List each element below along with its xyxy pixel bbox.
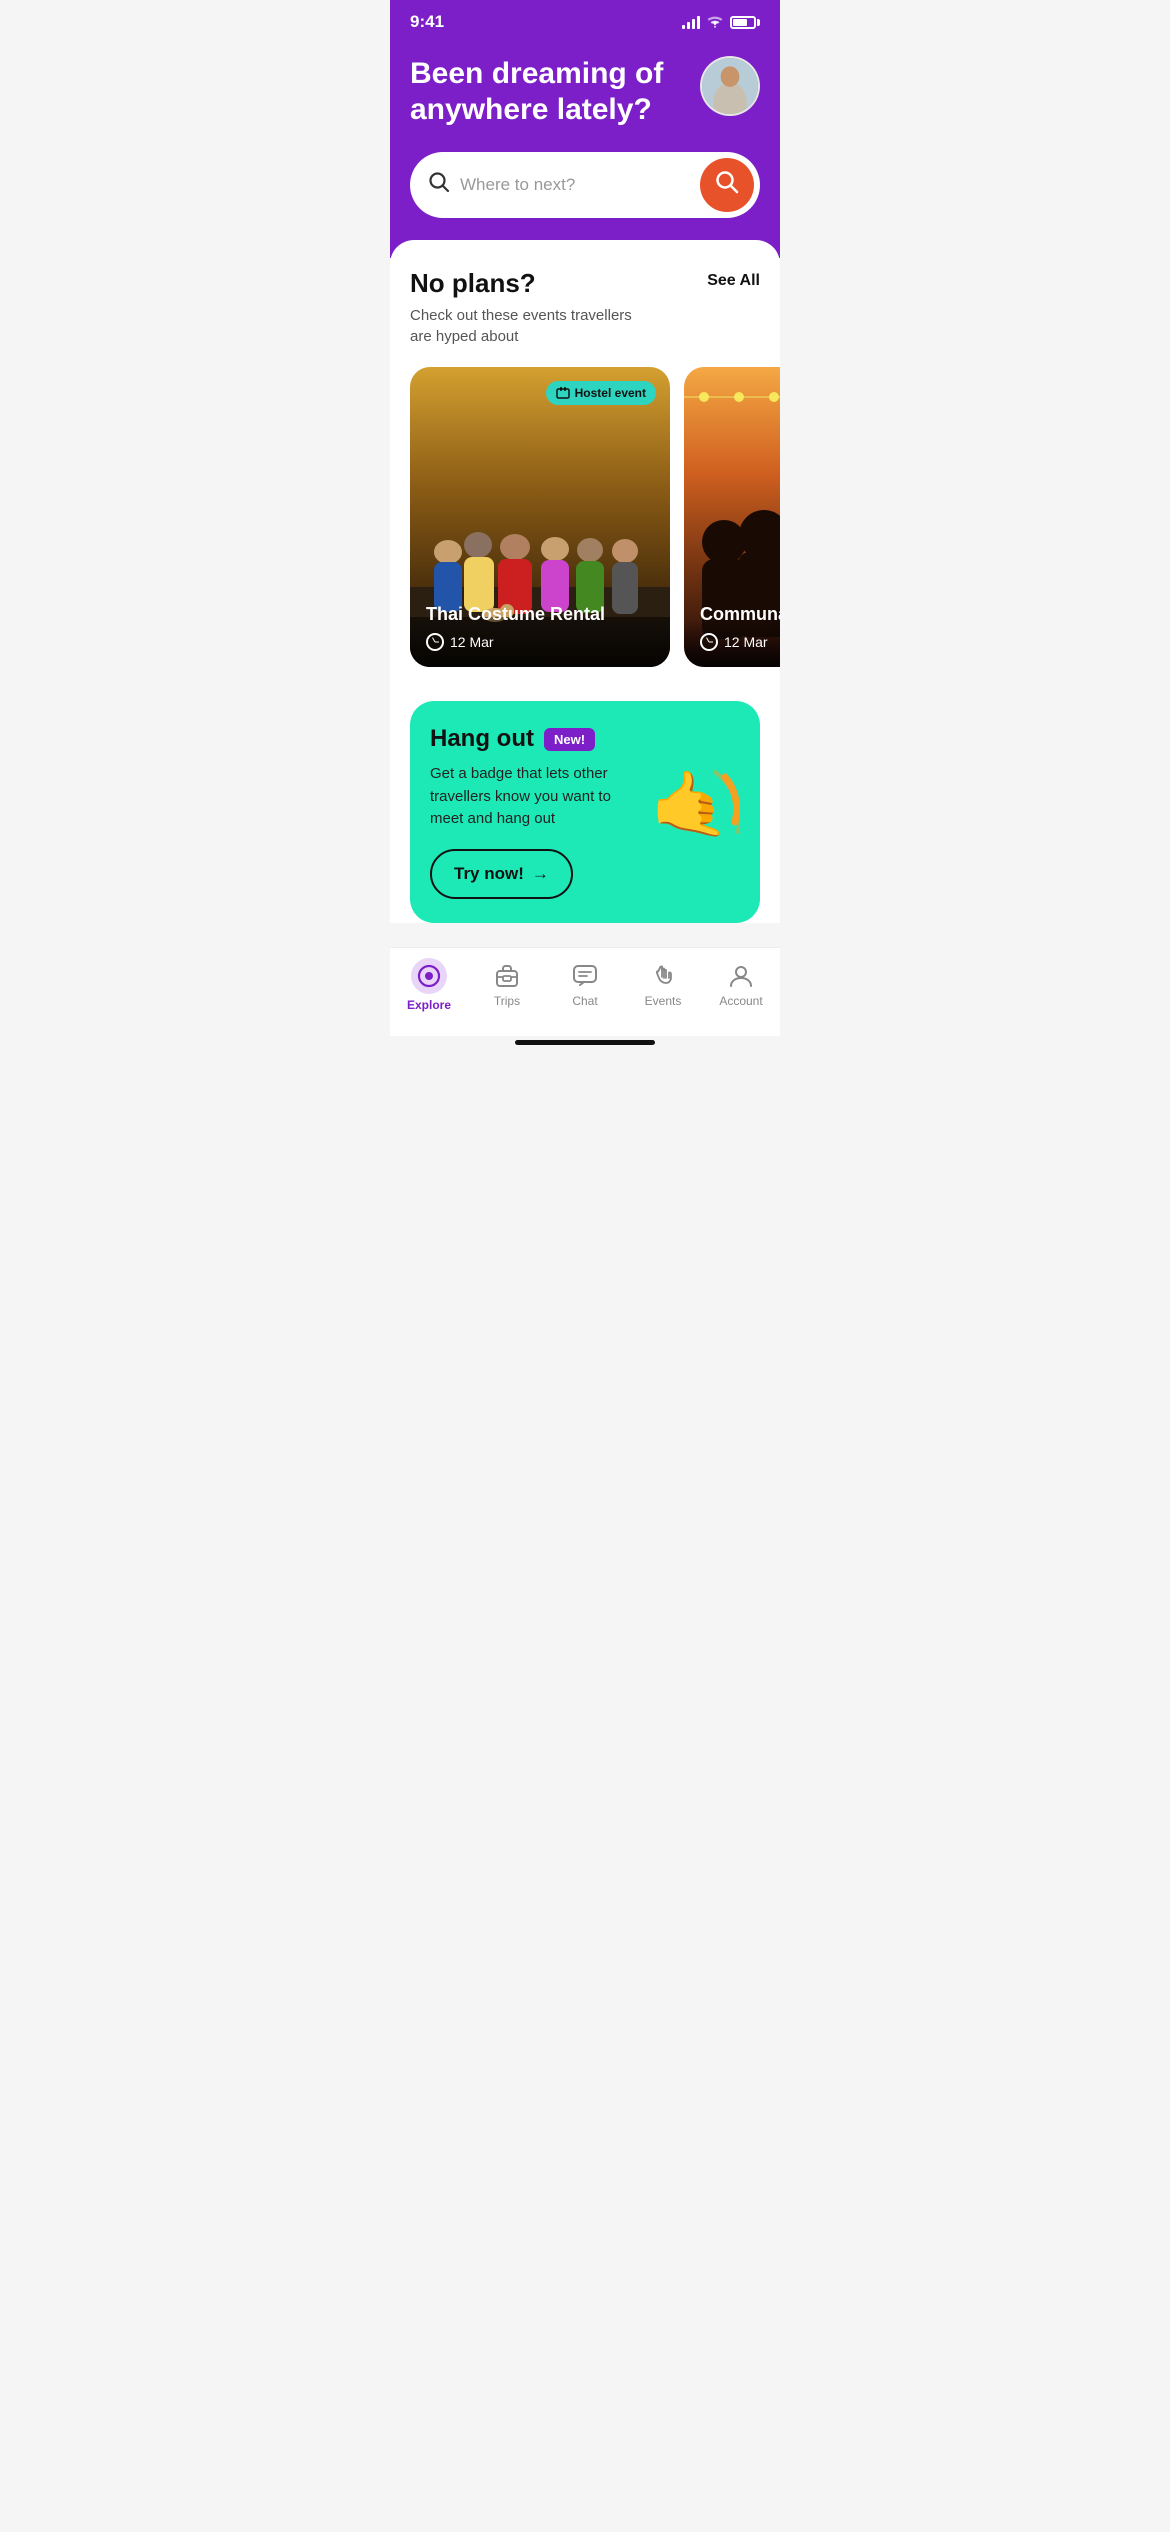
chat-label: Chat	[572, 994, 597, 1008]
search-container: Where to next?	[410, 152, 760, 218]
try-now-button[interactable]: Try now! →	[430, 849, 573, 899]
battery-icon	[730, 16, 760, 29]
status-time: 9:41	[410, 12, 444, 32]
account-icon	[727, 962, 755, 990]
event-1-name: Thai Costume Rental	[426, 604, 654, 625]
nav-trips[interactable]: Trips	[468, 962, 546, 1008]
trips-icon	[493, 962, 521, 990]
events-label: Events	[645, 994, 682, 1008]
event-card-2[interactable]: Free Communal Dinn... 12 Mar	[684, 367, 780, 667]
hangout-title: Hang out	[430, 725, 534, 753]
events-scroll[interactable]: Hostel event Thai Costume Rental 12 Mar	[390, 367, 780, 677]
no-plans-title: No plans?	[410, 268, 650, 299]
status-icons	[682, 14, 760, 31]
hangout-description: Get a badge that lets other travellers k…	[430, 763, 640, 831]
new-badge: New!	[544, 728, 595, 751]
search-placeholder[interactable]: Where to next?	[460, 175, 690, 195]
explore-icon-bg	[411, 958, 447, 994]
event-2-overlay: Communal Dinn... 12 Mar	[684, 588, 780, 667]
no-plans-subtitle: Check out these events travellers are hy…	[410, 305, 650, 347]
trips-label: Trips	[494, 994, 520, 1008]
search-icon-left	[428, 171, 450, 199]
main-content: No plans? Check out these events travell…	[390, 240, 780, 923]
nav-chat[interactable]: Chat	[546, 962, 624, 1008]
header-title: Been dreaming of anywhere lately?	[410, 56, 670, 128]
signal-icon	[682, 15, 700, 29]
clock-icon-1	[426, 633, 444, 651]
hangout-banner: Hang out New! Get a badge that lets othe…	[410, 701, 760, 923]
no-plans-section: No plans? Check out these events travell…	[410, 268, 760, 347]
event-1-badge: Hostel event	[546, 381, 656, 405]
search-bar[interactable]: Where to next?	[410, 152, 760, 218]
no-plans-text: No plans? Check out these events travell…	[410, 268, 650, 347]
account-label: Account	[719, 994, 762, 1008]
avatar[interactable]	[700, 56, 760, 116]
search-btn-icon	[714, 169, 740, 201]
events-icon	[649, 962, 677, 990]
event-1-overlay: Thai Costume Rental 12 Mar	[410, 588, 670, 667]
wifi-icon	[706, 14, 724, 31]
header: Been dreaming of anywhere lately?	[390, 40, 780, 258]
see-all-button[interactable]: See All	[707, 268, 760, 290]
nav-events[interactable]: Events	[624, 962, 702, 1008]
event-1-date: 12 Mar	[426, 633, 654, 651]
try-now-label: Try now!	[454, 864, 524, 884]
event-2-date: 12 Mar	[700, 633, 780, 651]
hangout-icon: 🤙	[650, 767, 740, 857]
chat-icon	[571, 962, 599, 990]
explore-icon	[416, 963, 442, 989]
home-indicator	[515, 1040, 655, 1045]
try-now-arrow: →	[532, 864, 549, 884]
clock-icon-2	[700, 633, 718, 651]
explore-label: Explore	[407, 998, 451, 1012]
nav-explore[interactable]: Explore	[390, 958, 468, 1012]
event-card-1[interactable]: Hostel event Thai Costume Rental 12 Mar	[410, 367, 670, 667]
status-bar: 9:41	[390, 0, 780, 40]
nav-account[interactable]: Account	[702, 962, 780, 1008]
search-button[interactable]	[700, 158, 754, 212]
event-2-name: Communal Dinn...	[700, 604, 780, 625]
hangout-content: Hang out New! Get a badge that lets othe…	[430, 725, 650, 899]
bottom-nav: Explore Trips Chat	[390, 947, 780, 1036]
